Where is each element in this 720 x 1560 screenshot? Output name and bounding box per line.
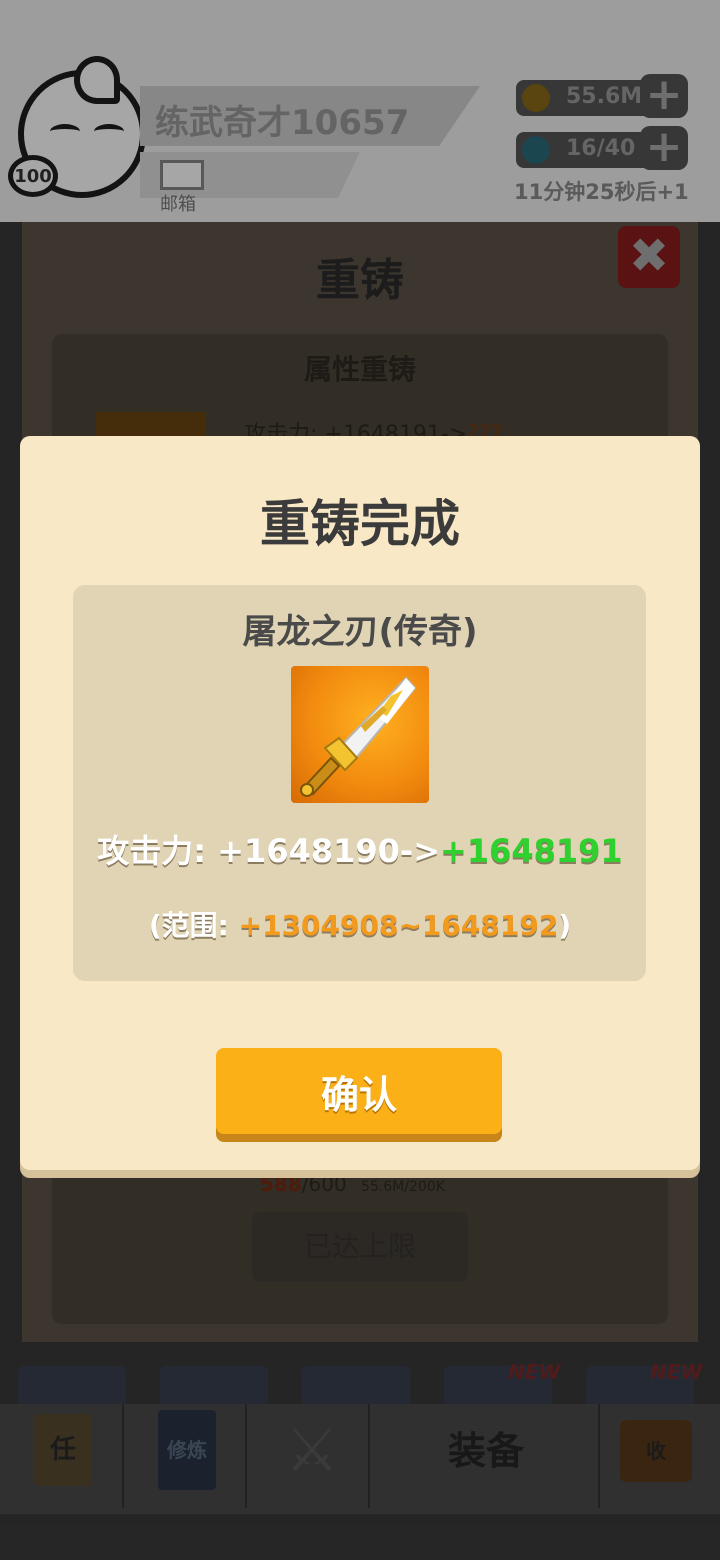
- confirm-button[interactable]: 确认: [216, 1048, 502, 1134]
- sword-svg: [300, 676, 417, 797]
- attack-stat: 攻击力: +1648190->+1648191: [0, 826, 720, 872]
- range-suffix: ): [558, 909, 572, 942]
- dialog-title: 重铸完成: [260, 495, 460, 553]
- attack-new-value: +1648191: [440, 832, 623, 870]
- range-value: +1304908~1648192: [238, 909, 559, 942]
- attack-old-value: 攻击力: +1648190->: [97, 832, 441, 870]
- sword-icon: [291, 666, 429, 803]
- item-name: 屠龙之刃(传奇): [242, 612, 478, 652]
- attack-range: (范围: +1304908~1648192): [0, 904, 720, 944]
- range-prefix: (范围:: [148, 909, 239, 942]
